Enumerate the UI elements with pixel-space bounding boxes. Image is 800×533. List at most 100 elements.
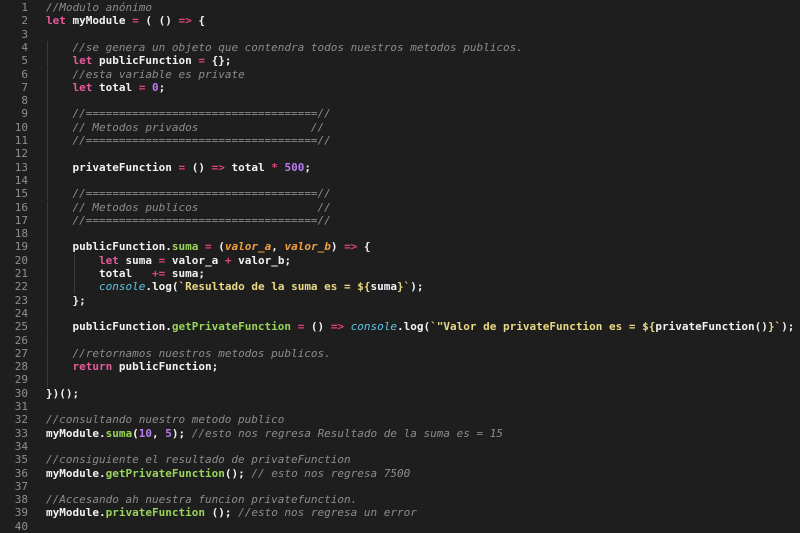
code-line[interactable]: 5 let publicFunction = {}; bbox=[0, 54, 800, 68]
token-plain: })(); bbox=[46, 386, 80, 400]
code-line[interactable]: 7 let total = 0; bbox=[0, 80, 800, 95]
indent-guide bbox=[47, 120, 48, 134]
code-line[interactable]: 3 bbox=[0, 28, 800, 41]
code-line[interactable]: 22 console.log(`Resultado de la suma es =… bbox=[0, 280, 800, 294]
token-plain: .log( bbox=[397, 320, 431, 334]
token-plain: ); bbox=[171, 426, 192, 440]
code-line[interactable]: 11 //===================================/… bbox=[0, 134, 800, 148]
code-line[interactable]: 23}; bbox=[0, 293, 800, 307]
token-plain: (); bbox=[224, 466, 252, 480]
code-line[interactable]: 33 myModule.suma(10, 5); //esto nos regre… bbox=[0, 427, 800, 440]
code-line[interactable]: 16 // Metodos publicos // bbox=[0, 200, 800, 214]
code-line[interactable]: 12 bbox=[0, 147, 800, 161]
line-number: 24 bbox=[14, 306, 28, 320]
code-line[interactable]: 14 bbox=[0, 173, 800, 188]
code-line[interactable]: 18 bbox=[0, 227, 800, 241]
code-text: //retornamos nuestros metodos publicos. bbox=[73, 347, 331, 360]
code-line[interactable]: 6 //esta variable es private bbox=[0, 67, 800, 81]
token-plain: , bbox=[271, 240, 285, 254]
line-number: 39 bbox=[14, 506, 28, 520]
token-number: 500 bbox=[284, 160, 305, 174]
code-line[interactable]: 8 bbox=[0, 94, 800, 108]
code-text: //Accesando ah nuestra funcion privatefu… bbox=[46, 493, 357, 506]
line-number: 16 bbox=[14, 200, 28, 214]
line-number: 9 bbox=[21, 107, 28, 121]
line-number: 6 bbox=[21, 67, 28, 81]
line-number: 2 bbox=[21, 14, 28, 28]
token-comment: //Accesando ah nuestra funcion privatefu… bbox=[46, 493, 358, 507]
code-line[interactable]: 29 bbox=[0, 373, 800, 387]
token-operator: += bbox=[151, 267, 166, 280]
token-number: 0 bbox=[151, 80, 159, 94]
indent-guide bbox=[47, 173, 48, 188]
code-line[interactable]: 10 // Metodos privados // bbox=[0, 120, 800, 134]
code-line[interactable]: 31 bbox=[0, 400, 800, 413]
indent-guide bbox=[47, 160, 48, 174]
token-operator: * bbox=[271, 160, 278, 174]
code-line[interactable]: 39 myModule.privateFunction (); //esto no… bbox=[0, 506, 800, 519]
token-plain: .log( bbox=[145, 280, 179, 294]
token-comment: //esto nos regresa Resultado de la suma … bbox=[191, 426, 503, 440]
code-line[interactable]: 9 //===================================// bbox=[0, 107, 800, 121]
code-line[interactable]: 40 bbox=[0, 520, 800, 533]
code-line[interactable]: 27 //retornamos nuestros metodos publicos… bbox=[0, 346, 800, 361]
line-number: 36 bbox=[14, 466, 28, 480]
indent-guide bbox=[73, 253, 75, 267]
line-number: 4 bbox=[21, 40, 28, 54]
token-plain: myModule bbox=[65, 14, 133, 28]
line-number: 18 bbox=[14, 227, 28, 241]
line-number: 17 bbox=[14, 213, 28, 227]
token-operator: = bbox=[198, 54, 205, 68]
token-plain: valor_b; bbox=[231, 253, 292, 267]
line-number: 31 bbox=[14, 400, 28, 413]
token-method: privateFunction bbox=[105, 506, 205, 520]
code-line[interactable]: 37 bbox=[0, 480, 800, 493]
indent-guide bbox=[47, 360, 48, 374]
code-line[interactable]: 28 return publicFunction; bbox=[0, 360, 800, 374]
token-plain: . bbox=[165, 320, 172, 334]
token-plain: myModule bbox=[46, 506, 99, 520]
code-text: let myModule = ( () => { bbox=[46, 14, 205, 27]
code-line[interactable]: 30 })(); bbox=[0, 387, 800, 400]
code-line[interactable]: 2 let myModule = ( () => { bbox=[0, 14, 800, 27]
line-number: 26 bbox=[14, 333, 28, 347]
indent-guide bbox=[47, 213, 48, 228]
line-number: 25 bbox=[14, 320, 28, 334]
code-line[interactable]: 26 bbox=[0, 333, 800, 347]
code-line[interactable]: 32 //consultando nuestro metodo publico bbox=[0, 413, 800, 426]
token-comment: //===================================// bbox=[72, 134, 331, 147]
line-number: 30 bbox=[14, 386, 28, 400]
token-plain: privateFunction() bbox=[655, 320, 768, 334]
indent-guide bbox=[47, 187, 48, 201]
token-keyword: let bbox=[99, 253, 119, 267]
token-plain: total bbox=[224, 160, 272, 174]
token-comment: //Modulo anónimo bbox=[46, 1, 152, 14]
line-number: 1 bbox=[21, 1, 28, 14]
code-line[interactable]: 13 privateFunction = () => total * 500; bbox=[0, 160, 800, 174]
code-line[interactable]: 24 bbox=[0, 306, 800, 321]
token-operator: => bbox=[344, 240, 358, 254]
code-line[interactable]: 17 //===================================/… bbox=[0, 213, 800, 228]
code-line[interactable]: 15 //===================================/… bbox=[0, 187, 800, 201]
code-text: //esta variable es private bbox=[73, 68, 245, 81]
code-line[interactable]: 1 //Modulo anónimo bbox=[0, 1, 800, 14]
indent-guide bbox=[47, 267, 48, 281]
code-line[interactable]: 36 myModule.getPrivateFunction(); // esto… bbox=[0, 467, 800, 480]
line-number: 27 bbox=[14, 346, 28, 360]
token-param: valor_a bbox=[224, 240, 272, 254]
indent-guide bbox=[47, 333, 48, 347]
code-text: //===================================// bbox=[73, 107, 331, 120]
token-keyword: let bbox=[72, 54, 93, 68]
code-line[interactable]: 34 bbox=[0, 440, 800, 453]
code-line[interactable]: 21 total += suma; bbox=[0, 267, 800, 281]
code-line[interactable]: 38 //Accesando ah nuestra funcion private… bbox=[0, 493, 800, 506]
indent-guide bbox=[47, 373, 48, 387]
code-line[interactable]: 19 publicFunction.suma = (valor_a, valor_… bbox=[0, 240, 800, 254]
code-line[interactable]: 4 //se genera un objeto que contendra tod… bbox=[0, 40, 800, 55]
code-line[interactable]: 35 //consiguiente el resultado de private… bbox=[0, 453, 800, 466]
code-line[interactable]: 20 let suma = valor_a + valor_b; bbox=[0, 253, 800, 267]
code-editor[interactable]: 1 //Modulo anónimo 2 let myModule = ( () =>… bbox=[0, 0, 800, 533]
token-keyword: let bbox=[46, 14, 66, 28]
token-plain: { bbox=[357, 240, 371, 254]
code-line[interactable]: 25 publicFunction.getPrivateFunction = ()… bbox=[0, 320, 800, 334]
